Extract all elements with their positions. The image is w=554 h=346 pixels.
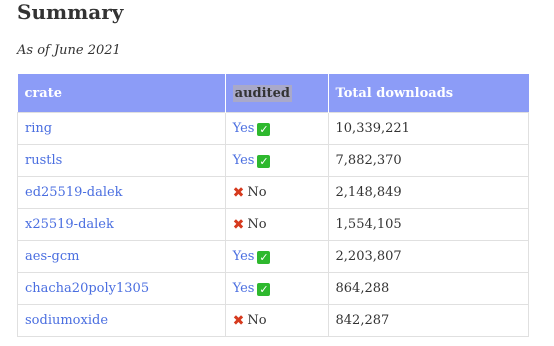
downloads-cell: 864,288 — [327, 272, 530, 305]
audited-cell: ✖ No — [224, 176, 329, 209]
table-row: rustls Yes ✓ 7,882,370 — [17, 144, 530, 177]
audited-cell: ✖ No — [224, 304, 329, 337]
crate-link[interactable]: aes-gcm — [25, 249, 79, 264]
check-icon: ✓ — [257, 123, 271, 136]
table-row: x25519-dalek ✖ No 1,554,105 — [17, 208, 530, 241]
audited-cell: Yes ✓ — [224, 240, 329, 273]
audited-label: Yes — [232, 121, 255, 136]
summary-table: crate audited Total downloads ring Yes ✓ 10… — [17, 74, 530, 337]
crate-cell: x25519-dalek — [17, 208, 226, 241]
audited-label: No — [247, 313, 267, 328]
audited-label: Yes — [232, 153, 255, 168]
crate-cell: ring — [17, 112, 226, 145]
audited-label: Yes — [232, 249, 255, 264]
check-icon: ✓ — [257, 251, 271, 264]
cross-icon: ✖ — [232, 185, 245, 201]
crate-link[interactable]: ed25519-dalek — [25, 185, 123, 200]
downloads-cell: 2,203,807 — [327, 240, 530, 273]
cross-icon: ✖ — [232, 217, 245, 233]
crate-cell: ed25519-dalek — [17, 176, 226, 209]
downloads-cell: 2,148,849 — [327, 176, 530, 209]
table-header-row: crate audited Total downloads — [17, 74, 529, 113]
audited-label: Yes — [232, 281, 255, 296]
crate-cell: chacha20poly1305 — [17, 272, 226, 305]
downloads-cell: 7,882,370 — [327, 144, 530, 177]
check-icon: ✓ — [257, 283, 271, 296]
cross-icon: ✖ — [232, 313, 245, 329]
audited-cell: Yes ✓ — [224, 112, 329, 145]
table-row: ring Yes ✓ 10,339,221 — [17, 112, 530, 145]
audited-cell: Yes ✓ — [224, 272, 329, 305]
downloads-cell: 842,287 — [327, 304, 530, 337]
page-subtitle: As of June 2021 — [17, 43, 121, 58]
table-row: chacha20poly1305 Yes ✓ 864,288 — [17, 272, 530, 305]
header-total-downloads: Total downloads — [327, 74, 529, 113]
crate-link[interactable]: chacha20poly1305 — [25, 281, 149, 296]
crate-cell: rustls — [17, 144, 226, 177]
crate-link[interactable]: ring — [25, 121, 52, 136]
downloads-cell: 1,554,105 — [327, 208, 530, 241]
crate-link[interactable]: sodiumoxide — [25, 313, 108, 328]
audited-cell: ✖ No — [224, 208, 329, 241]
page-title: Summary — [17, 0, 124, 24]
audited-cell: Yes ✓ — [224, 144, 329, 177]
audited-label: No — [247, 217, 267, 232]
audited-label: No — [247, 185, 267, 200]
header-audited: audited — [224, 74, 329, 113]
crate-cell: aes-gcm — [17, 240, 226, 273]
crate-link[interactable]: x25519-dalek — [25, 217, 114, 232]
crate-link[interactable]: rustls — [25, 153, 62, 168]
downloads-cell: 10,339,221 — [327, 112, 530, 145]
table-row: aes-gcm Yes ✓ 2,203,807 — [17, 240, 530, 273]
header-audited-label: audited — [232, 84, 292, 102]
crate-cell: sodiumoxide — [17, 304, 226, 337]
table-row: sodiumoxide ✖ No 842,287 — [17, 304, 530, 337]
check-icon: ✓ — [257, 155, 271, 168]
header-crate: crate — [17, 74, 226, 113]
table-row: ed25519-dalek ✖ No 2,148,849 — [17, 176, 530, 209]
